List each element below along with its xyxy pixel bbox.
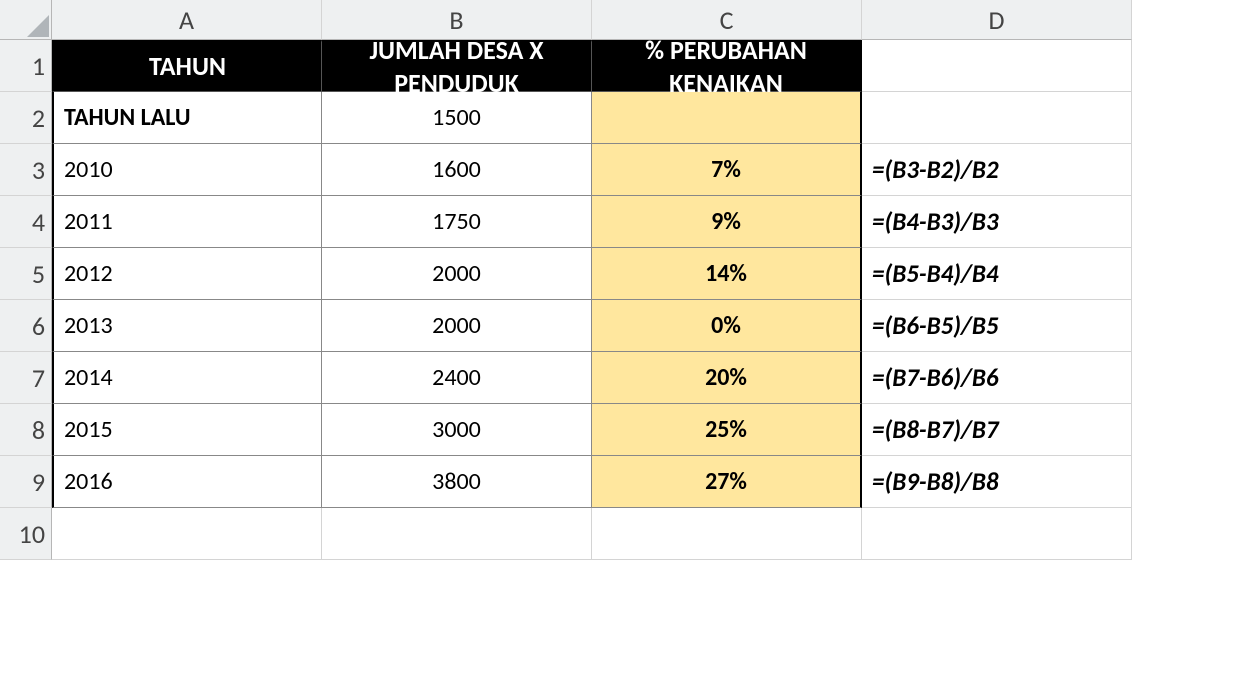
cell-B4[interactable]: 1750: [322, 196, 592, 248]
cell-D7[interactable]: =(B7-B6)/B6: [862, 352, 1132, 404]
cell-B5[interactable]: 2000: [322, 248, 592, 300]
cell-A2[interactable]: TAHUN LALU: [52, 92, 322, 144]
cell-A6[interactable]: 2013: [52, 300, 322, 352]
cell-D8[interactable]: =(B8-B7)/B7: [862, 404, 1132, 456]
cell-B1[interactable]: JUMLAH DESA X PENDUDUK: [322, 40, 592, 92]
cell-A8[interactable]: 2015: [52, 404, 322, 456]
row-header-3[interactable]: 3: [0, 144, 52, 196]
row-header-4[interactable]: 4: [0, 196, 52, 248]
cell-C9[interactable]: 27%: [592, 456, 862, 508]
row-header-5[interactable]: 5: [0, 248, 52, 300]
cell-D5[interactable]: =(B5-B4)/B4: [862, 248, 1132, 300]
cell-A1[interactable]: TAHUN: [52, 40, 322, 92]
cell-C7[interactable]: 20%: [592, 352, 862, 404]
cell-C6[interactable]: 0%: [592, 300, 862, 352]
row-header-1[interactable]: 1: [0, 40, 52, 92]
cell-C3[interactable]: 7%: [592, 144, 862, 196]
cell-A7[interactable]: 2014: [52, 352, 322, 404]
cell-A4[interactable]: 2011: [52, 196, 322, 248]
cell-D2[interactable]: [862, 92, 1132, 144]
cell-A9[interactable]: 2016: [52, 456, 322, 508]
col-header-D[interactable]: D: [862, 0, 1132, 40]
cell-B3[interactable]: 1600: [322, 144, 592, 196]
cell-D6[interactable]: =(B6-B5)/B5: [862, 300, 1132, 352]
cell-C4[interactable]: 9%: [592, 196, 862, 248]
cell-D10[interactable]: [862, 508, 1132, 560]
row-header-9[interactable]: 9: [0, 456, 52, 508]
cell-A3[interactable]: 2010: [52, 144, 322, 196]
cell-A10[interactable]: [52, 508, 322, 560]
cell-B2[interactable]: 1500: [322, 92, 592, 144]
cell-D9[interactable]: =(B9-B8)/B8: [862, 456, 1132, 508]
cell-B7[interactable]: 2400: [322, 352, 592, 404]
spreadsheet-grid: A B C D 1 TAHUN JUMLAH DESA X PENDUDUK %…: [0, 0, 1260, 560]
cell-D1[interactable]: [862, 40, 1132, 92]
row-header-8[interactable]: 8: [0, 404, 52, 456]
col-header-A[interactable]: A: [52, 0, 322, 40]
row-header-7[interactable]: 7: [0, 352, 52, 404]
row-header-2[interactable]: 2: [0, 92, 52, 144]
cell-B10[interactable]: [322, 508, 592, 560]
cell-B6[interactable]: 2000: [322, 300, 592, 352]
row-header-6[interactable]: 6: [0, 300, 52, 352]
cell-B8[interactable]: 3000: [322, 404, 592, 456]
cell-C1[interactable]: % PERUBAHAN KENAIKAN: [592, 40, 862, 92]
select-all-corner[interactable]: [0, 0, 52, 40]
cell-D3[interactable]: =(B3-B2)/B2: [862, 144, 1132, 196]
cell-A5[interactable]: 2012: [52, 248, 322, 300]
cell-C5[interactable]: 14%: [592, 248, 862, 300]
cell-C2[interactable]: [592, 92, 862, 144]
cell-C8[interactable]: 25%: [592, 404, 862, 456]
cell-C10[interactable]: [592, 508, 862, 560]
row-header-10[interactable]: 10: [0, 508, 52, 560]
cell-B9[interactable]: 3800: [322, 456, 592, 508]
cell-D4[interactable]: =(B4-B3)/B3: [862, 196, 1132, 248]
